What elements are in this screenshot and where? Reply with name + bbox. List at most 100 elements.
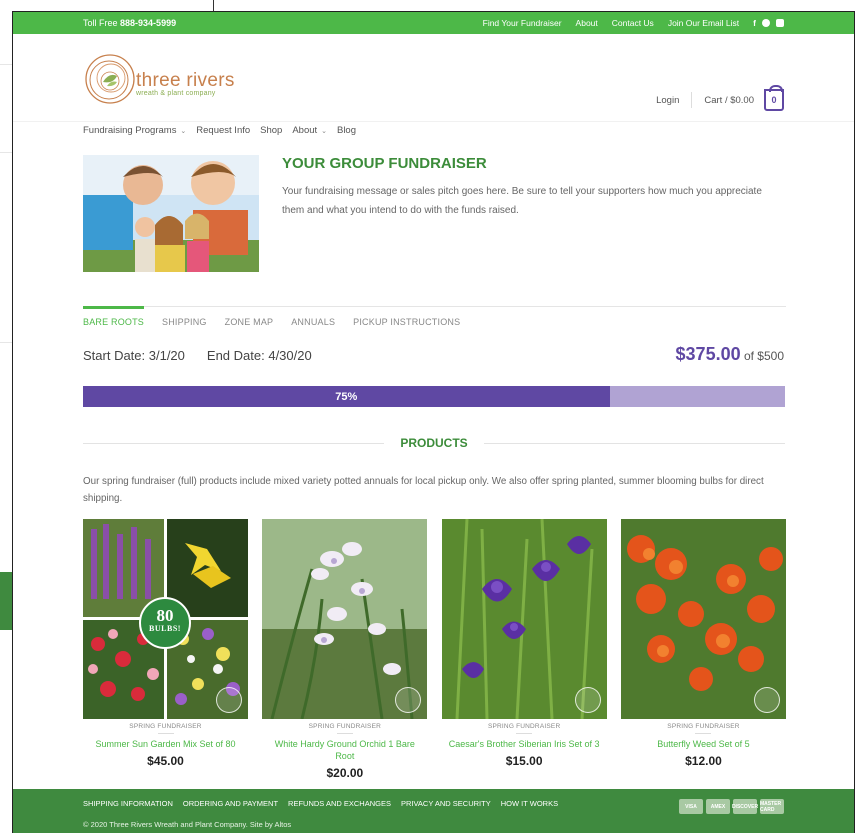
tab-bare-roots[interactable]: BARE ROOTS — [83, 306, 145, 327]
payment-cards: VISA AMEX DISCOVER MASTER CARD — [679, 799, 784, 814]
copyright: © 2020 Three Rivers Wreath and Plant Com… — [83, 820, 292, 829]
divider — [483, 442, 785, 444]
top-bar: Toll Free 888-934-5999 Find Your Fundrai… — [13, 12, 854, 34]
nav-item-request-info[interactable]: Request Info — [196, 125, 250, 136]
progress-bar: 75% — [83, 386, 785, 407]
hero-image — [83, 155, 259, 272]
instagram-icon[interactable] — [776, 19, 784, 27]
raised-amount: $375.00 — [675, 344, 741, 364]
product-name[interactable]: Butterfly Weed Set of 5 — [621, 738, 786, 750]
product-price: $12.00 — [685, 754, 722, 768]
product-name[interactable]: Caesar's Brother Siberian Iris Set of 3 — [442, 738, 607, 750]
progress-label: 75% — [335, 390, 358, 403]
product-card[interactable]: SPRING FUNDRAISER Caesar's Brother Siber… — [441, 519, 607, 780]
divider — [0, 342, 12, 343]
product-category[interactable]: SPRING FUNDRAISER — [442, 723, 607, 730]
chevron-down-icon: ⌄ — [178, 128, 187, 135]
nav-item-about[interactable]: About ⌄ — [292, 125, 327, 136]
tab-shipping[interactable]: SHIPPING — [162, 306, 207, 327]
toll-free-label: Toll Free — [83, 18, 118, 28]
badge-word: BULBS! — [149, 624, 181, 633]
background-accent-block — [0, 572, 12, 630]
mastercard-icon: MASTER CARD — [760, 799, 784, 814]
end-date: End Date: 4/30/20 — [206, 348, 312, 363]
divider — [695, 733, 712, 734]
bulbs-badge: 80 BULBS! — [139, 597, 191, 649]
header-account: Login Cart / $0.00 0 — [656, 85, 784, 111]
link-find-fundraiser[interactable]: Find Your Fundraiser — [483, 18, 562, 28]
link-contact[interactable]: Contact Us — [612, 18, 654, 28]
logo-icon[interactable] — [83, 52, 137, 106]
facebook-icon[interactable]: f — [753, 18, 756, 28]
product-card[interactable]: SPRING FUNDRAISER White Hardy Ground Orc… — [262, 519, 428, 780]
badge-number: 80 — [156, 606, 174, 625]
divider — [0, 152, 12, 153]
products-description: Our spring fundraiser (full) products in… — [83, 476, 764, 504]
leaf-icon — [574, 687, 601, 713]
nav-item-blog[interactable]: Blog — [337, 125, 356, 136]
amount-raised: $375.00 of $500 — [676, 344, 784, 365]
tab-annuals[interactable]: ANNUALS — [291, 306, 335, 327]
logo-name: three rivers — [136, 70, 235, 91]
logo-text[interactable]: three rivers wreath & plant company — [136, 70, 235, 97]
pinterest-icon[interactable] — [762, 19, 770, 27]
product-category[interactable]: SPRING FUNDRAISER — [83, 723, 248, 730]
products-title: PRODUCTS — [400, 436, 468, 450]
link-email-list[interactable]: Join Our Email List — [668, 18, 739, 28]
product-card[interactable]: 80 BULBS! SPRING FUNDRAISER Summer Sun G… — [83, 519, 248, 780]
product-price: $45.00 — [147, 754, 184, 768]
product-price: $15.00 — [505, 754, 543, 768]
toll-free: Toll Free 888-934-5999 — [83, 18, 176, 28]
progress-fill: 75% — [83, 386, 610, 407]
info-tabs: BARE ROOTS SHIPPING ZONE MAP ANNUALS PIC… — [83, 306, 460, 327]
toll-free-number[interactable]: 888-934-5999 — [120, 18, 176, 28]
footer-link-privacy[interactable]: PRIVACY AND SECURITY — [401, 799, 491, 808]
top-links: Find Your Fundraiser About Contact Us Jo… — [483, 18, 784, 28]
product-image[interactable] — [441, 519, 607, 719]
visa-icon: VISA — [679, 799, 703, 814]
cart-icon[interactable]: 0 — [764, 85, 784, 111]
divider — [691, 92, 693, 108]
product-image[interactable]: 80 BULBS! — [83, 519, 248, 719]
product-category[interactable]: SPRING FUNDRAISER — [262, 723, 427, 730]
tab-pickup-instructions[interactable]: PICKUP INSTRUCTIONS — [353, 306, 460, 327]
product-category[interactable]: SPRING FUNDRAISER — [621, 723, 786, 730]
campaign-dates: Start Date: 3/1/20 End Date: 4/30/20 — [83, 348, 312, 363]
goal-amount: of $500 — [743, 349, 784, 363]
nav-item-fundraising-programs[interactable]: Fundraising Programs ⌄ — [83, 125, 186, 136]
chevron-down-icon: ⌄ — [319, 128, 327, 135]
divider — [516, 733, 533, 734]
footer-link-shipping[interactable]: SHIPPING INFORMATION — [83, 799, 173, 808]
cart-count: 0 — [771, 95, 777, 105]
fundraiser-title: YOUR GROUP FUNDRAISER — [282, 155, 487, 172]
product-card[interactable]: SPRING FUNDRAISER Butterfly Weed Set of … — [620, 519, 786, 780]
product-name[interactable]: Summer Sun Garden Mix Set of 80 — [83, 738, 248, 750]
products-heading: PRODUCTS — [83, 433, 785, 453]
nav-item-shop[interactable]: Shop — [260, 125, 282, 136]
product-grid: 80 BULBS! SPRING FUNDRAISER Summer Sun G… — [83, 519, 786, 780]
divider — [336, 733, 353, 734]
product-image[interactable] — [620, 519, 786, 719]
divider — [0, 64, 12, 65]
divider — [83, 442, 385, 444]
footer-link-ordering[interactable]: ORDERING AND PAYMENT — [183, 799, 278, 808]
site-header: three rivers wreath & plant company Logi… — [13, 34, 854, 122]
footer-link-refunds[interactable]: REFUNDS AND EXCHANGES — [288, 799, 391, 808]
leaf-icon — [753, 687, 780, 713]
login-link[interactable]: Login — [656, 95, 679, 106]
social-icons: f — [753, 18, 784, 28]
tab-zone-map[interactable]: ZONE MAP — [225, 306, 274, 327]
discover-icon: DISCOVER — [732, 799, 758, 814]
nav-label: About — [292, 125, 318, 136]
product-image[interactable] — [262, 519, 428, 719]
cart-link[interactable]: Cart / $0.00 — [704, 95, 754, 106]
leaf-icon — [216, 687, 242, 713]
footer-links: SHIPPING INFORMATION ORDERING AND PAYMEN… — [83, 799, 558, 808]
nav-label: Fundraising Programs — [83, 125, 177, 136]
fundraiser-page: Toll Free 888-934-5999 Find Your Fundrai… — [12, 11, 855, 833]
product-price: $20.00 — [326, 766, 364, 780]
product-name[interactable]: White Hardy Ground Orchid 1 Bare Root — [262, 738, 427, 762]
link-about[interactable]: About — [576, 18, 598, 28]
main-nav: Fundraising Programs ⌄ Request Info Shop… — [83, 125, 356, 136]
footer-link-how-it-works[interactable]: HOW IT WORKS — [501, 799, 558, 808]
